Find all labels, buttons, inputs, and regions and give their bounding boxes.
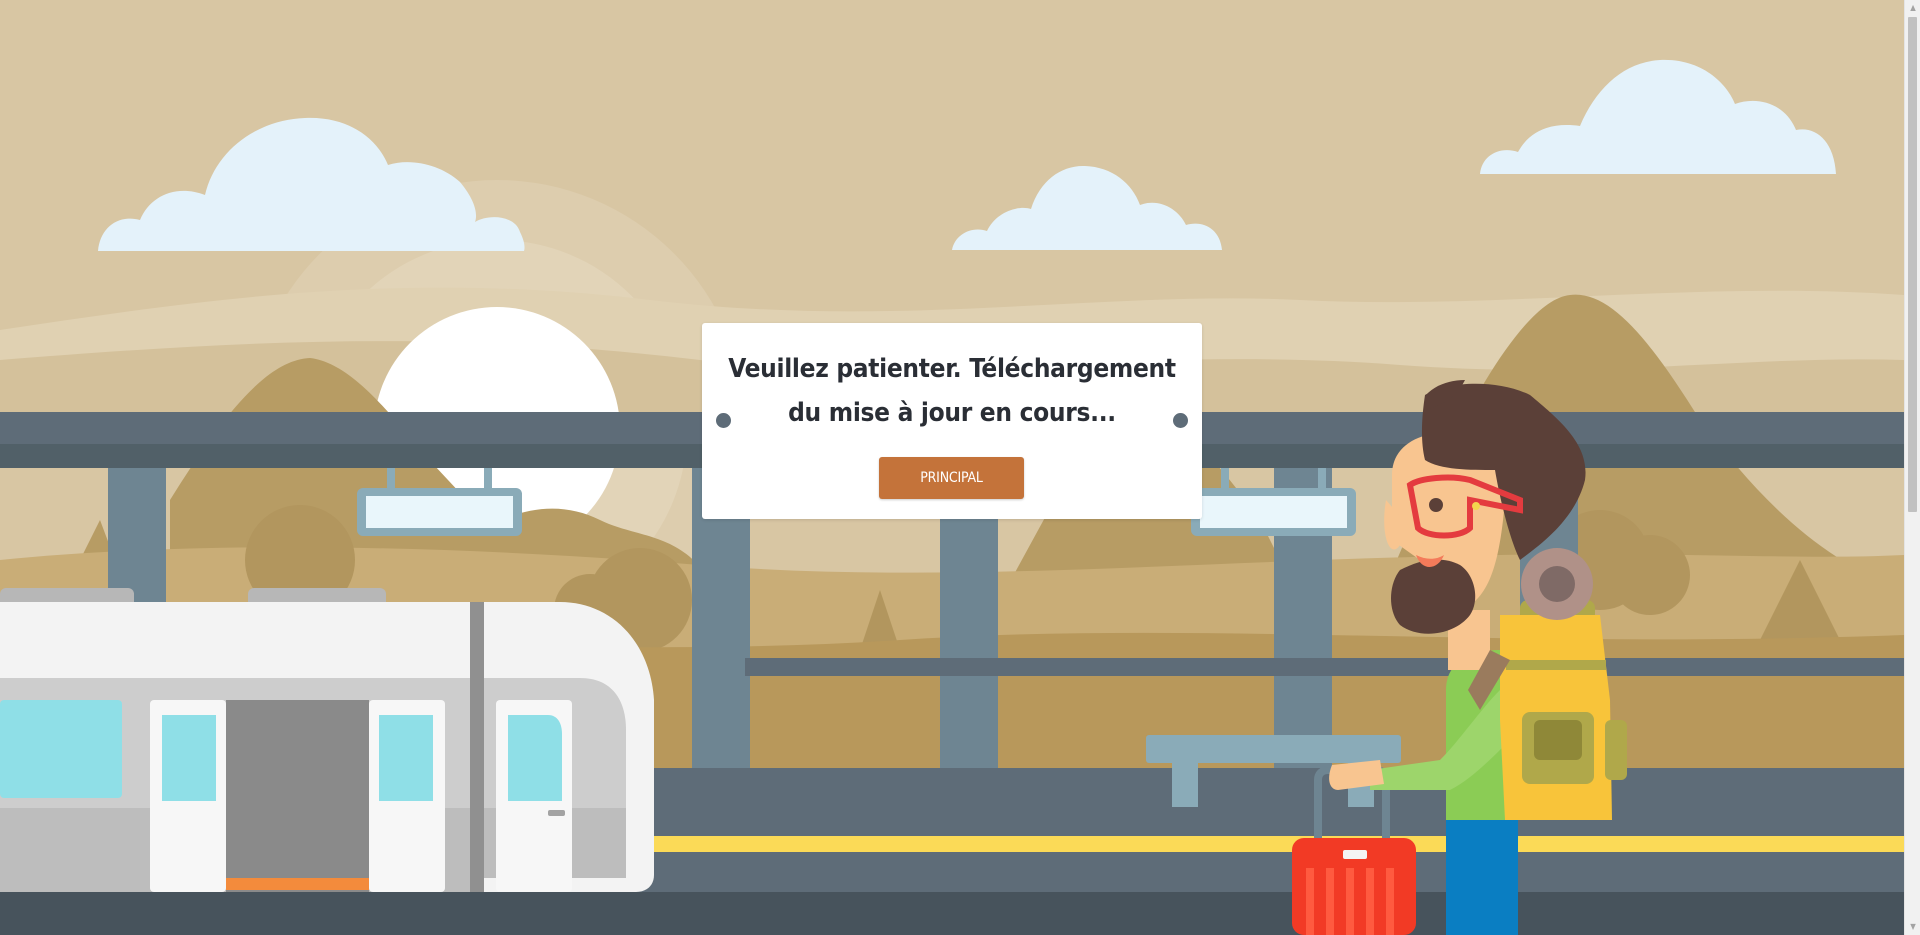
principal-button[interactable]: PRINCIPAL <box>879 457 1024 499</box>
scroll-down-arrow-icon[interactable]: ▼ <box>1905 919 1920 935</box>
scrollbar-thumb[interactable] <box>1908 17 1917 512</box>
vertical-scrollbar[interactable]: ▲ ▼ <box>1904 0 1920 935</box>
update-notice-panel: Veuillez patienter. Téléchargement du mi… <box>702 323 1202 519</box>
scroll-up-arrow-icon[interactable]: ▲ <box>1905 0 1920 16</box>
update-message: Veuillez patienter. Téléchargement du mi… <box>728 354 1176 428</box>
